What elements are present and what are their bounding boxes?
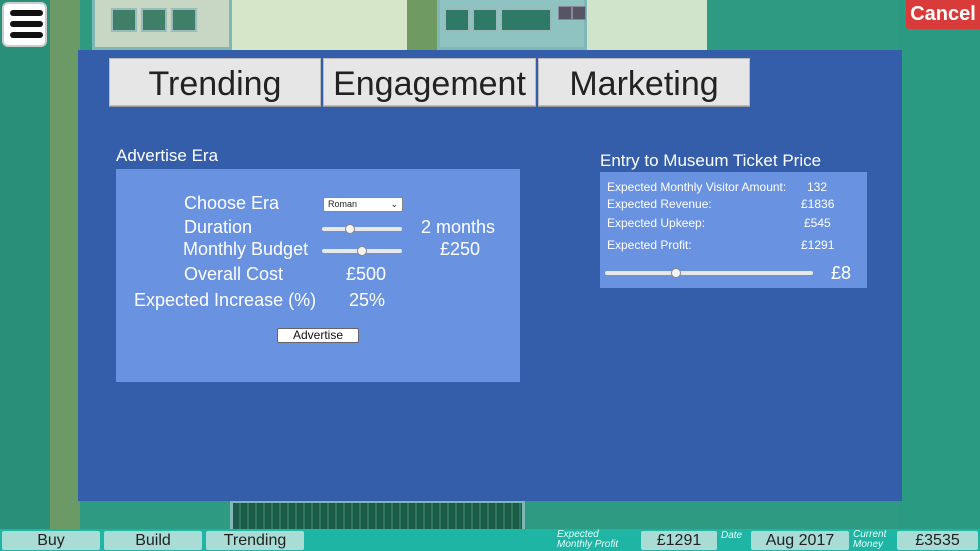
profit-label: Expected Profit: [607,238,692,252]
display-case [111,8,137,32]
revenue-label: Expected Revenue: [607,197,712,211]
current-money-value: £3535 [897,531,978,550]
game-world-left [0,0,50,551]
menu-bar [10,21,43,27]
floor-tile [558,6,572,20]
overall-cost-value: £500 [346,264,387,284]
game-world-path [407,0,437,50]
exhibit-room-3 [437,0,587,50]
exhibit-room-1 [92,0,232,50]
era-selected-value: Roman [328,199,358,209]
tab-trending[interactable]: Trending [109,58,321,106]
hamburger-menu-icon[interactable] [2,2,47,47]
revenue-value: £1836 [801,197,835,211]
menu-bar [10,32,43,38]
display-case [444,8,470,32]
choose-era-label: Choose Era [184,193,280,213]
trending-button[interactable]: Trending [206,531,304,550]
game-world-strip [50,0,80,530]
duration-label: Duration [184,217,253,237]
display-case [472,8,498,32]
monthly-budget-value: £250 [440,239,481,259]
budget-slider-thumb[interactable] [357,246,367,256]
expected-increase-label: Expected Increase (%) [134,290,317,310]
build-button[interactable]: Build [104,531,202,550]
date-caption: Date [721,530,743,541]
exhibit-room-5 [230,500,525,530]
visitor-amount-label: Expected Monthly Visitor Amount: [607,180,787,194]
profit-value: £1291 [801,238,835,252]
cancel-button[interactable]: Cancel [906,0,980,29]
exhibit-room-2 [232,0,407,50]
duration-slider[interactable] [322,224,402,234]
ticket-price-value: £8 [831,263,852,283]
ticket-price-slider-thumb[interactable] [670,268,681,278]
advertise-era-box [116,169,520,382]
duration-value: 2 months [421,217,496,237]
expected-profit-value: £1291 [641,531,717,550]
game-world-right [900,0,980,530]
visitor-amount-value: 132 [807,180,828,194]
exhibit-room-4 [587,0,707,50]
expected-increase-value: 25% [349,290,386,310]
display-case [171,8,197,32]
menu-bar [10,10,43,16]
upkeep-label: Expected Upkeep: [607,216,706,230]
tab-marketing[interactable]: Marketing [538,58,750,106]
tab-engagement[interactable]: Engagement [323,58,536,106]
display-case [500,8,552,32]
era-dropdown[interactable]: Roman ⌄ [323,197,403,212]
chevron-down-icon: ⌄ [390,199,398,209]
upkeep-value: £545 [804,216,831,230]
advertise-era-title: Advertise Era [116,146,219,165]
display-case [141,8,167,32]
buy-button[interactable]: Buy [2,531,100,550]
overall-cost-label: Overall Cost [184,264,284,284]
monthly-budget-label: Monthly Budget [183,239,309,259]
ticket-price-slider[interactable] [605,268,813,278]
budget-slider[interactable] [322,246,402,256]
current-money-caption-2: Money [853,539,884,550]
ticket-price-title: Entry to Museum Ticket Price [600,151,822,170]
date-value: Aug 2017 [751,531,849,550]
duration-slider-thumb[interactable] [345,224,355,234]
floor-tile [572,6,586,20]
advertise-button[interactable]: Advertise [277,328,359,343]
expected-profit-caption-2: Monthly Profit [557,539,619,550]
